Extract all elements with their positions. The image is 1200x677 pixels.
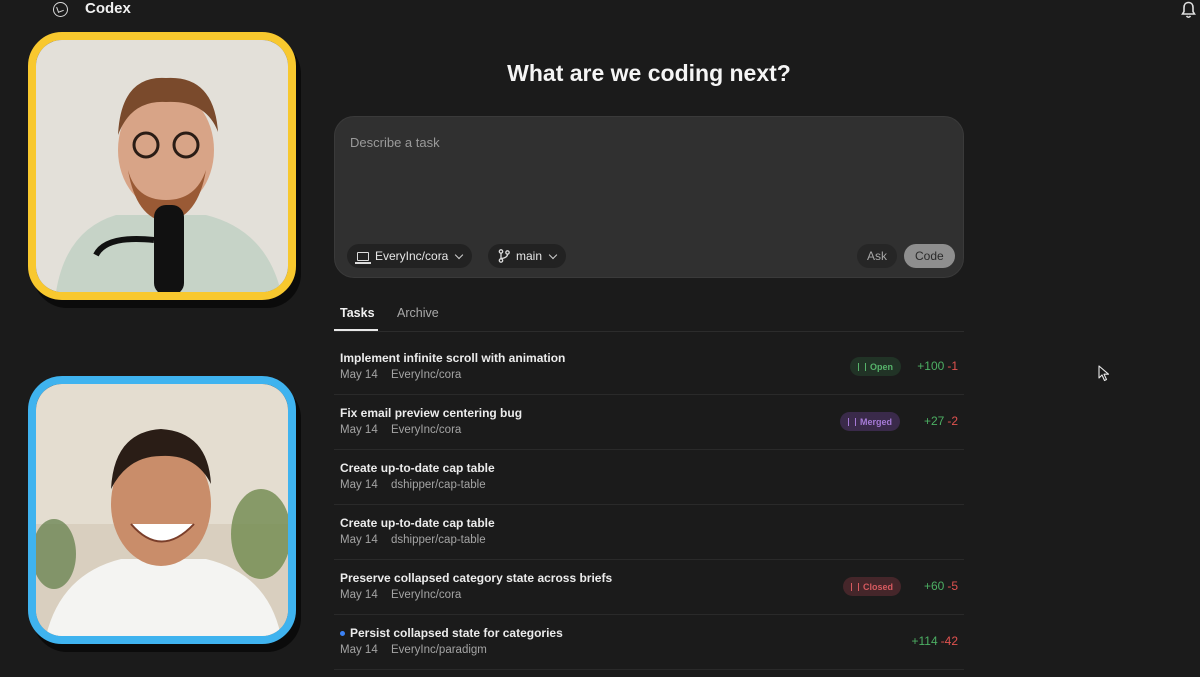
task-list: Implement infinite scroll with animation… xyxy=(334,340,964,670)
task-repo: dshipper/cap-table xyxy=(391,534,486,546)
unread-indicator xyxy=(340,631,345,636)
mouse-cursor-icon xyxy=(1098,365,1110,382)
diff-stats: +114 -42 xyxy=(912,634,958,648)
laptop-icon xyxy=(355,251,371,264)
chevron-down-icon xyxy=(548,250,558,259)
task-title: Create up-to-date cap table xyxy=(340,516,495,530)
diff-stats: +60 -5 xyxy=(924,579,958,593)
task-repo: EveryInc/paradigm xyxy=(391,644,487,656)
bell-icon[interactable] xyxy=(1181,1,1196,19)
video-tile-presenter-1 xyxy=(28,32,296,300)
task-date: May 14 xyxy=(340,369,378,381)
task-row[interactable]: Create up-to-date cap table May 14 dship… xyxy=(334,505,964,560)
task-repo: dshipper/cap-table xyxy=(391,479,486,491)
task-row[interactable]: Preserve collapsed category state across… xyxy=(334,560,964,615)
branch-selector[interactable]: main xyxy=(488,244,567,268)
webcam-feed-1 xyxy=(36,40,288,292)
diff-deletions: -1 xyxy=(947,359,958,373)
task-date: May 14 xyxy=(340,644,378,656)
task-repo: EveryInc/cora xyxy=(391,369,462,381)
pull-request-icon xyxy=(851,582,859,591)
diff-deletions: -5 xyxy=(947,579,958,593)
task-date: May 14 xyxy=(340,589,378,601)
tab-archive[interactable]: Archive xyxy=(397,306,439,330)
task-tabs: Tasks Archive xyxy=(334,300,964,332)
top-bar: Codex xyxy=(0,0,1200,22)
tab-tasks[interactable]: Tasks xyxy=(334,306,378,331)
status-badge-label: Closed xyxy=(863,581,894,592)
diff-additions: +100 xyxy=(917,359,945,373)
status-badge-label: Open xyxy=(870,361,894,372)
app-title: Codex xyxy=(85,0,131,17)
diff-additions: +27 xyxy=(923,414,945,428)
task-title: Create up-to-date cap table xyxy=(340,461,495,475)
ask-button[interactable]: Ask xyxy=(857,244,898,268)
diff-stats: +100 -1 xyxy=(917,359,958,373)
status-badge: Merged xyxy=(840,412,901,431)
repo-selector[interactable]: EveryInc/cora xyxy=(347,244,473,268)
task-row[interactable]: Persist collapsed state for categories M… xyxy=(334,615,964,670)
task-repo: EveryInc/cora xyxy=(391,424,462,436)
pull-request-icon xyxy=(848,417,856,426)
task-date: May 14 xyxy=(340,534,378,546)
repo-selector-label: EveryInc/cora xyxy=(375,249,449,263)
task-repo: EveryInc/cora xyxy=(391,589,462,601)
diff-deletions: -2 xyxy=(947,414,958,428)
task-row[interactable]: Implement infinite scroll with animation… xyxy=(334,340,964,395)
task-description-input[interactable] xyxy=(350,131,940,153)
video-tile-presenter-2 xyxy=(28,376,296,644)
status-badge-label: Merged xyxy=(860,416,893,427)
diff-additions: +114 xyxy=(911,634,938,648)
task-title: Persist collapsed state for categories xyxy=(350,626,563,640)
task-date: May 14 xyxy=(340,479,378,491)
diff-additions: +60 xyxy=(923,579,945,593)
task-row[interactable]: Fix email preview centering bug May 14 E… xyxy=(334,395,964,450)
webcam-feed-2 xyxy=(36,384,288,636)
page-title: What are we coding next? xyxy=(507,60,791,86)
diff-stats: +27 -2 xyxy=(924,414,958,428)
branch-selector-label: main xyxy=(516,249,543,263)
task-row[interactable]: Create up-to-date cap table May 14 dship… xyxy=(334,450,964,505)
status-badge: Open xyxy=(850,357,902,376)
pull-request-icon xyxy=(858,362,866,371)
diff-deletions: -42 xyxy=(940,634,958,648)
task-title: Fix email preview centering bug xyxy=(340,406,523,420)
chevron-down-icon xyxy=(455,250,464,259)
status-badge: Closed xyxy=(843,577,902,596)
codex-logo-icon xyxy=(53,2,68,17)
task-composer: EveryInc/cora main Ask Code xyxy=(334,116,964,278)
task-date: May 14 xyxy=(340,424,378,436)
code-button[interactable]: Code xyxy=(904,244,955,268)
branch-icon xyxy=(498,249,510,263)
task-title: Preserve collapsed category state across… xyxy=(340,571,613,585)
task-title: Implement infinite scroll with animation xyxy=(340,351,566,365)
